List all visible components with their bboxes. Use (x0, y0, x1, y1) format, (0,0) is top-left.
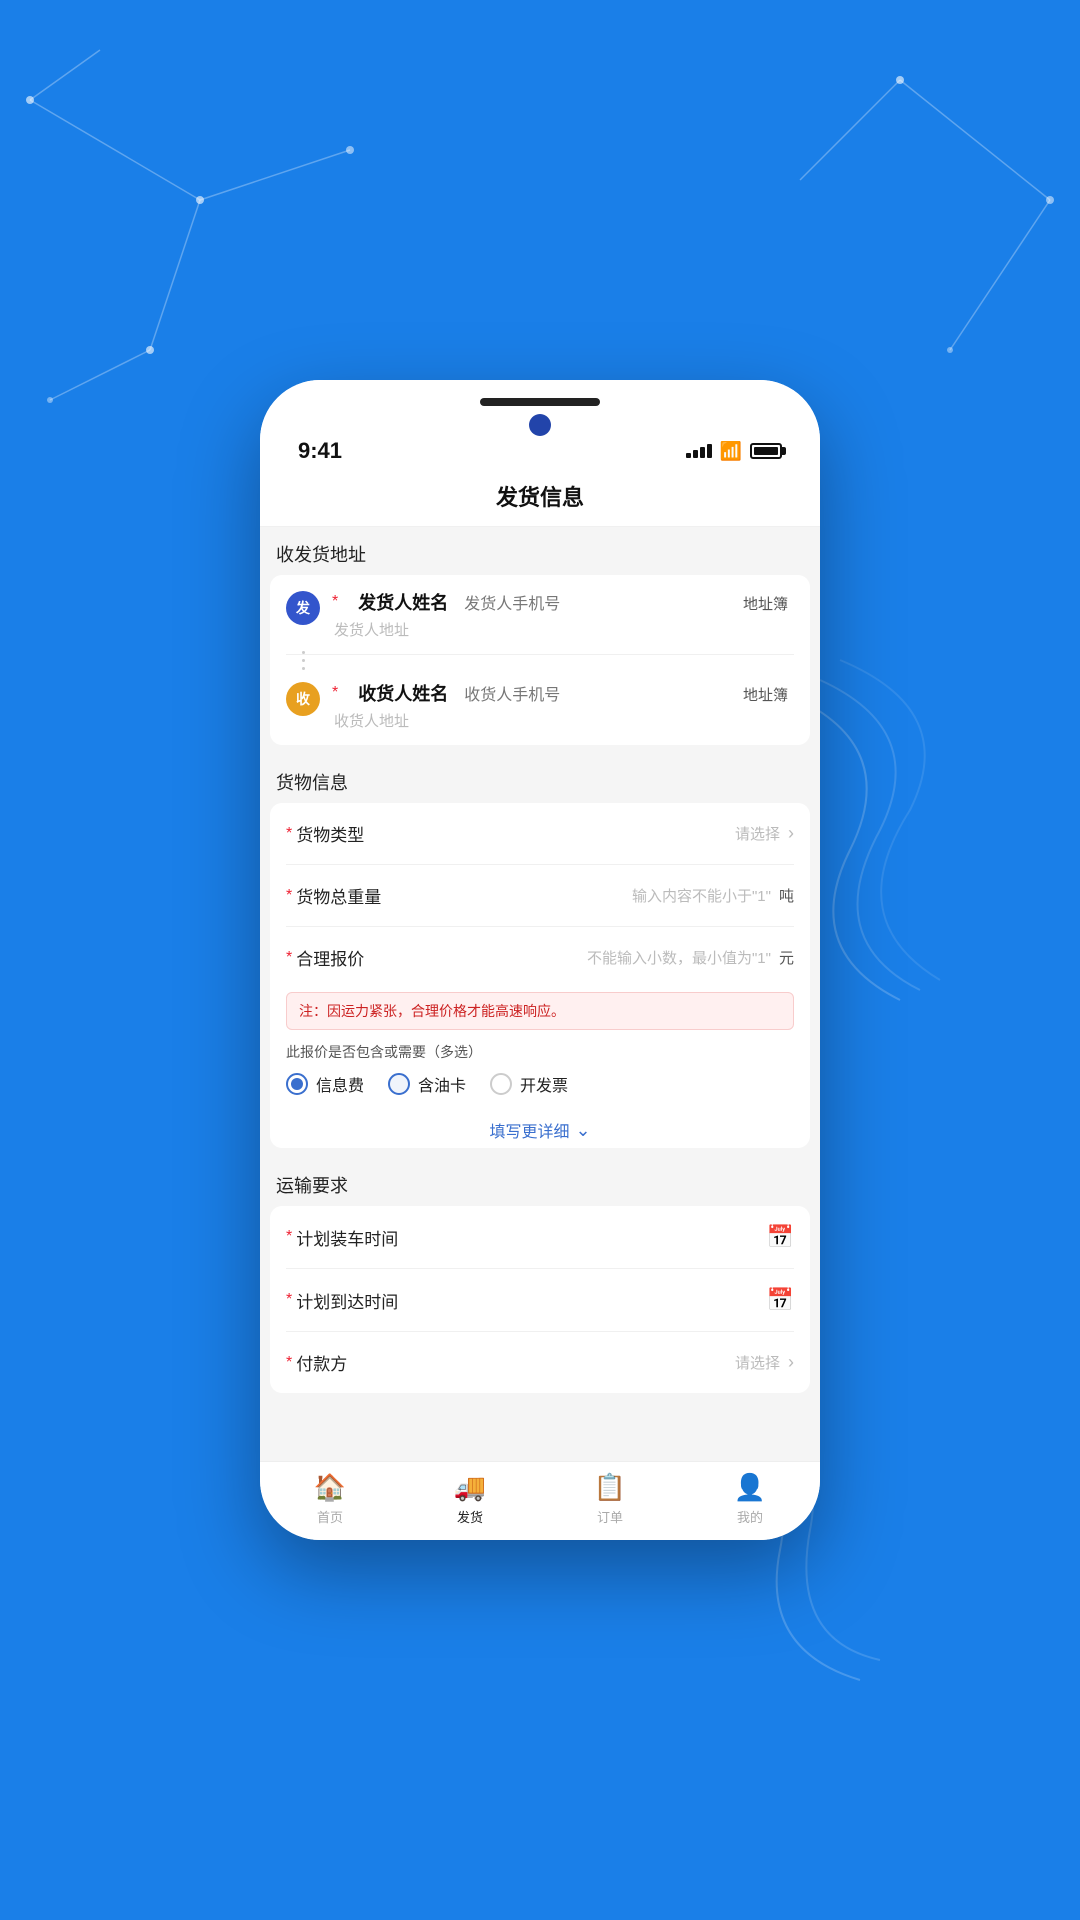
address-section-label: 收发货地址 (260, 527, 820, 575)
weight-unit: 吨 (779, 885, 794, 906)
price-note: 注：因运力紧张，合理价格才能高速响应。 (286, 992, 794, 1030)
status-bar: 9:41 📶 (290, 438, 790, 464)
page-header: 发货信息 (260, 470, 820, 527)
radio-fuel-card[interactable] (388, 1073, 410, 1095)
transport-section-label: 运输要求 (260, 1158, 820, 1206)
nav-mine-label: 我的 (737, 1507, 763, 1526)
receiver-row[interactable]: 收 * 收货人姓名 收货人手机号 收货人地址 地址簿 (286, 666, 794, 745)
payment-chevron-icon: › (788, 1352, 794, 1373)
nav-order[interactable]: 📋 订单 (540, 1472, 680, 1526)
sender-address-book-btn[interactable]: 地址簿 (737, 589, 794, 618)
option-invoice[interactable]: 开发票 (490, 1072, 568, 1096)
sender-row[interactable]: 发 * 发货人姓名 发货人手机号 发货人地址 地址簿 (286, 575, 794, 655)
load-time-label: * 计划装车时间 (286, 1225, 398, 1250)
option-info-fee-label: 信息费 (316, 1072, 364, 1096)
phone-shell: 9:41 📶 发货信息 收发货地址 (260, 380, 820, 1540)
goods-price-input[interactable]: 不能输入小数，最小值为"1" (386, 947, 771, 968)
transport-card: * 计划装车时间 📅 * 计划到达时间 📅 * 付款方 (270, 1206, 810, 1393)
arrive-time-calendar-icon[interactable]: 📅 (767, 1287, 794, 1313)
goods-weight-row[interactable]: * 货物总重量 输入内容不能小于"1" 吨 (286, 865, 794, 927)
goods-weight-input[interactable]: 输入内容不能小于"1" (386, 885, 771, 906)
mine-icon: 👤 (734, 1472, 766, 1503)
order-icon: 📋 (594, 1472, 626, 1503)
goods-price-row[interactable]: * 合理报价 不能输入小数，最小值为"1" 元 (286, 927, 794, 988)
goods-type-row[interactable]: * 货物类型 请选择 › (286, 803, 794, 865)
option-fuel-card-label: 含油卡 (418, 1072, 466, 1096)
goods-section-label: 货物信息 (260, 755, 820, 803)
home-icon: 🏠 (314, 1472, 346, 1503)
nav-ship-label: 发货 (457, 1507, 483, 1526)
payment-row[interactable]: * 付款方 请选择 › (286, 1332, 794, 1393)
nav-home[interactable]: 🏠 首页 (260, 1472, 400, 1526)
sender-avatar: 发 (286, 591, 320, 625)
nav-mine[interactable]: 👤 我的 (680, 1472, 820, 1526)
wifi-icon: 📶 (720, 441, 742, 462)
option-invoice-label: 开发票 (520, 1072, 568, 1096)
chevron-down-icon: ⌄ (575, 1120, 590, 1141)
receiver-address-placeholder: 收货人地址 (332, 713, 409, 730)
receiver-avatar: 收 (286, 682, 320, 716)
load-time-calendar-icon[interactable]: 📅 (767, 1224, 794, 1250)
fill-more-btn[interactable]: 填写更详细 ⌄ (286, 1106, 794, 1148)
nav-ship[interactable]: 🚚 发货 (400, 1472, 540, 1526)
sender-content: * 发货人姓名 发货人手机号 发货人地址 (332, 589, 737, 640)
signal-icon (686, 444, 712, 458)
option-fuel-card[interactable]: 含油卡 (388, 1072, 466, 1096)
bottom-nav: 🏠 首页 🚚 发货 📋 订单 👤 我的 (260, 1461, 820, 1540)
address-card: 发 * 发货人姓名 发货人手机号 发货人地址 地址簿 (270, 575, 810, 745)
receiver-address-book-btn[interactable]: 地址簿 (737, 680, 794, 709)
load-time-row[interactable]: * 计划装车时间 📅 (286, 1206, 794, 1269)
radio-info-fee[interactable] (286, 1073, 308, 1095)
receiver-content: * 收货人姓名 收货人手机号 收货人地址 (332, 680, 737, 731)
arrive-time-row[interactable]: * 计划到达时间 📅 (286, 1269, 794, 1332)
phone-notch (480, 398, 600, 406)
page-content[interactable]: 收发货地址 发 * 发货人姓名 发货人手机号 发货人地址 地址簿 (260, 527, 820, 1461)
goods-card: * 货物类型 请选择 › * 货物总重量 输入内容不能小于"1" 吨 * 合理报 (270, 803, 810, 1148)
nav-order-label: 订单 (597, 1507, 623, 1526)
option-info-fee[interactable]: 信息费 (286, 1072, 364, 1096)
price-options-row: 信息费 含油卡 开发票 (286, 1072, 794, 1096)
payment-value: 请选择 (386, 1352, 780, 1373)
goods-type-value: 请选择 (386, 823, 780, 844)
price-unit: 元 (779, 947, 794, 968)
receiver-name-label: 收货人姓名 (358, 680, 448, 706)
goods-weight-label: * 货物总重量 (286, 883, 386, 908)
sender-phone-label: 发货人手机号 (464, 590, 560, 614)
sender-address-placeholder: 发货人地址 (332, 622, 409, 639)
chevron-right-icon: › (788, 823, 794, 844)
goods-price-label: * 合理报价 (286, 945, 386, 970)
phone-camera (529, 414, 551, 436)
battery-icon (750, 443, 782, 459)
phone-top-bar: 9:41 📶 (260, 380, 820, 470)
status-time: 9:41 (298, 438, 342, 464)
page-title: 发货信息 (496, 485, 584, 510)
price-question: 此报价是否包含或需要（多选） (286, 1042, 794, 1062)
ship-icon: 🚚 (454, 1472, 486, 1503)
connector-dot (302, 659, 305, 662)
radio-invoice[interactable] (490, 1073, 512, 1095)
goods-type-label: * 货物类型 (286, 821, 386, 846)
receiver-phone-label: 收货人手机号 (464, 681, 560, 705)
nav-home-label: 首页 (317, 1507, 343, 1526)
status-icons: 📶 (686, 441, 782, 462)
sender-name-label: 发货人姓名 (358, 589, 448, 615)
payment-label: * 付款方 (286, 1350, 386, 1375)
arrive-time-label: * 计划到达时间 (286, 1288, 398, 1313)
